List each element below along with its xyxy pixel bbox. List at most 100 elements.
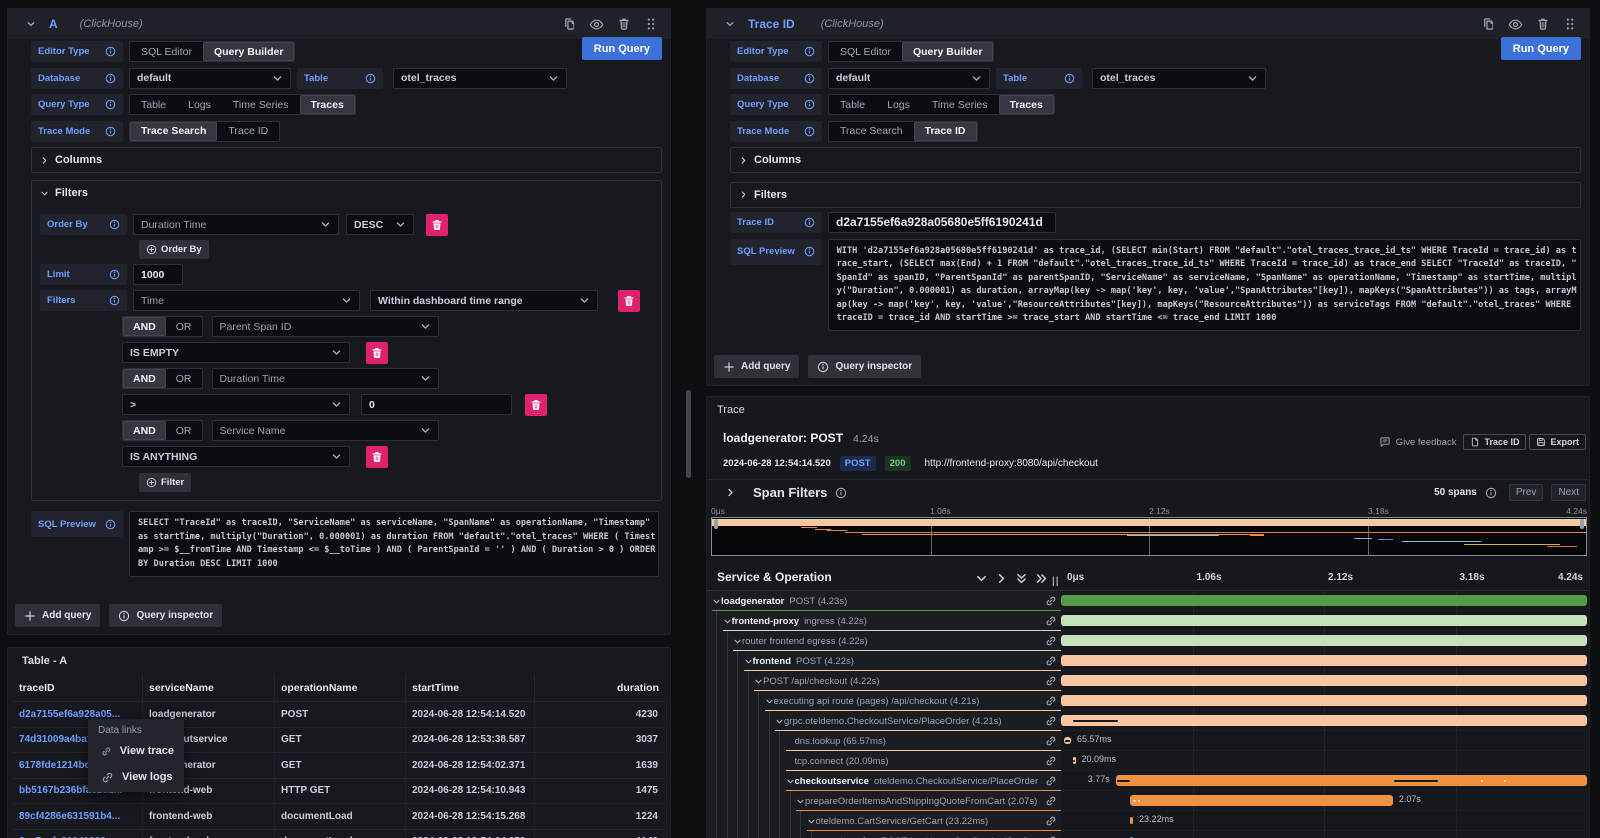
column-header-duration[interactable]: duration [535,674,667,701]
option-and[interactable]: AND [123,317,166,336]
gantt-row[interactable] [1061,631,1587,651]
gantt-row[interactable] [1061,611,1587,631]
collapse-span-icon[interactable] [733,637,742,646]
expand-all-icon[interactable] [1035,572,1048,585]
option-or[interactable]: OR [166,317,202,336]
option-query-builder[interactable]: Query Builder [902,42,993,61]
database-select[interactable]: default [129,68,291,89]
collapse-span-icon[interactable] [754,677,763,686]
span-duration-bar[interactable] [1116,775,1587,786]
minimap-drag-handle[interactable] [714,519,718,529]
gantt-row[interactable] [1061,831,1587,838]
span-name-row[interactable]: oteldemo.CartService/GetCart (23.22ms) [707,811,1061,831]
span-name-row[interactable]: frontendPOST (4.22s) [707,651,1061,671]
info-icon[interactable] [109,219,120,230]
option-traces[interactable]: Traces [300,95,355,114]
option-and[interactable]: AND [123,421,166,440]
columns-section[interactable]: Columns [31,147,662,173]
query-name[interactable]: A [49,17,58,31]
condition-field-select[interactable]: Service Name [212,420,439,441]
remove-filter-button[interactable] [618,290,640,312]
option-time-series[interactable]: Time Series [222,95,300,114]
chevron-right-icon[interactable] [725,487,736,498]
condition-operator-select[interactable]: > [122,394,350,415]
info-icon[interactable] [1064,73,1075,84]
expand-one-icon[interactable] [995,572,1008,585]
drag-handle-icon[interactable] [644,17,658,31]
remove-condition-button[interactable] [366,342,388,364]
gantt-row[interactable] [1061,691,1587,711]
database-select[interactable]: default [828,68,990,89]
gantt-row[interactable] [1061,671,1587,691]
span-duration-bar[interactable] [1061,715,1587,726]
duplicate-query-icon[interactable] [562,17,576,31]
filters-section-header[interactable]: Filters [40,186,653,200]
columns-section[interactable]: Columns [730,147,1581,173]
collapse-one-icon[interactable] [975,572,988,585]
span-duration-bar[interactable] [1061,635,1587,646]
info-icon[interactable] [804,46,815,57]
span-link-icon[interactable] [1045,715,1057,727]
menu-item-view-trace[interactable]: View trace [88,738,184,764]
info-icon[interactable] [835,487,847,499]
option-sql-editor[interactable]: SQL Editor [829,42,902,61]
gantt-row[interactable]: 3.77s [1061,771,1587,791]
filter-value-select[interactable]: Within dashboard time range [370,290,598,311]
remove-order-by-button[interactable] [426,214,448,236]
span-link-icon[interactable] [1045,815,1057,827]
export-button[interactable]: Export [1529,434,1586,450]
panel-title[interactable]: Trace [717,404,745,416]
span-duration-bar[interactable] [1061,675,1587,686]
add-query-button[interactable]: Add query [714,355,799,378]
info-icon[interactable] [804,246,815,257]
span-duration-bar[interactable] [1130,795,1392,806]
condition-value-input[interactable]: 0 [361,394,512,415]
hide-query-icon[interactable] [589,17,604,32]
panel-title[interactable]: Table - A [22,655,67,667]
trace-id-button[interactable]: Trace ID [1463,434,1526,450]
span-name-row[interactable]: prepareOrderItemsAndShippingQuoteFromCar… [707,791,1061,811]
run-query-button[interactable]: Run Query [1501,37,1581,60]
duplicate-query-icon[interactable] [1481,17,1495,31]
span-link-icon[interactable] [1045,635,1057,647]
condition-operator-select[interactable]: IS ANYTHING [122,446,350,467]
span-name-row[interactable]: checkoutserviceoteldemo.CheckoutService/… [707,771,1061,791]
column-header-servicename[interactable]: serviceName [143,674,275,701]
collapse-query-icon[interactable] [725,19,735,29]
table-select[interactable]: otel_traces [393,68,567,89]
span-name-row[interactable]: grpc.oteldemo.CheckoutService/PlaceOrder… [707,711,1061,731]
column-header-operationname[interactable]: operationName [275,674,406,701]
column-header-starttime[interactable]: startTime [406,674,535,701]
hide-query-icon[interactable] [1508,17,1523,32]
gantt-row[interactable]: 20.09ms [1061,751,1587,771]
condition-field-select[interactable]: Duration Time [212,368,439,389]
option-trace-search[interactable]: Trace Search [829,122,914,141]
info-icon[interactable] [105,126,116,137]
collapse-query-icon[interactable] [26,19,36,29]
condition-operator-select[interactable]: IS EMPTY [122,342,350,363]
order-by-field-select[interactable]: Duration Time [133,214,339,235]
gantt-row[interactable]: 65.57ms [1061,731,1587,751]
option-table[interactable]: Table [130,95,177,114]
prev-span-button[interactable]: Prev [1509,484,1544,501]
span-link-icon[interactable] [1045,795,1057,807]
option-or[interactable]: OR [166,421,202,440]
info-icon[interactable] [804,99,815,110]
add-query-button[interactable]: Add query [15,604,100,627]
info-icon[interactable] [365,73,376,84]
trace-id-input[interactable]: d2a7155ef6a928a05680e5ff6190241d [828,212,1056,233]
span-duration-bar[interactable] [1130,817,1133,825]
filters-section[interactable]: Filters [730,182,1581,208]
remove-condition-button[interactable] [366,446,388,468]
next-span-button[interactable]: Next [1551,484,1586,501]
option-trace-search[interactable]: Trace Search [130,122,217,141]
info-icon[interactable] [804,126,815,137]
info-icon[interactable] [105,519,116,530]
query-row-header-trace-id[interactable]: Trace ID (ClickHouse) [707,9,1589,39]
trace-id-link[interactable]: 2ee7eefe91941990e... [13,830,143,838]
collapse-span-icon[interactable] [796,797,805,806]
span-link-icon[interactable] [1045,755,1057,767]
collapse-span-icon[interactable] [786,777,795,786]
add-filter-button[interactable]: Filter [139,473,191,492]
span-link-icon[interactable] [1045,775,1057,787]
